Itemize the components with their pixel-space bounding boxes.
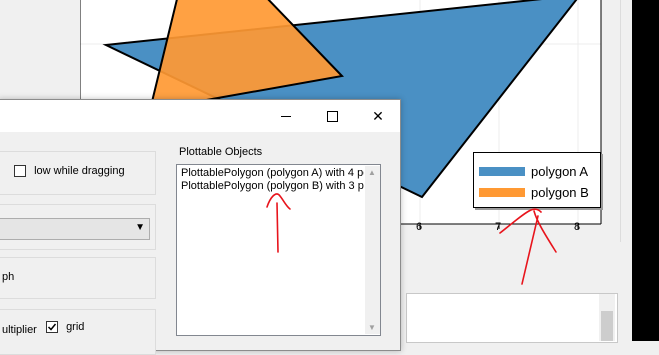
grid-label: grid [66, 321, 85, 334]
plottable-objects-viewport: PlottablePolygon (polygon A) with 4 poi … [177, 165, 364, 335]
plottable-objects-list[interactable]: PlottablePolygon (polygon A) with 4 poi … [176, 164, 381, 336]
grid-checkbox[interactable] [46, 321, 58, 334]
close-icon: ✕ [372, 107, 384, 124]
maximize-button[interactable] [309, 100, 355, 132]
scroll-down-icon[interactable]: ▼ [368, 323, 376, 332]
style-combobox[interactable]: ▼ [0, 218, 150, 240]
x-tick-label-8: 8 [574, 221, 580, 233]
list-item[interactable]: PlottablePolygon (polygon A) with 4 poi [181, 167, 364, 179]
checkmark-icon [47, 323, 57, 331]
legend-item-polygon-b: polygon B [479, 184, 589, 200]
plottable-objects-title: Plottable Objects [179, 146, 263, 158]
output-textbox[interactable] [406, 293, 618, 343]
low-while-dragging-checkbox[interactable] [14, 165, 26, 178]
grid-option[interactable]: grid [46, 321, 85, 334]
settings-dialog: ✕ low while dragging ▼ ph ultiplier grid… [0, 99, 401, 355]
maximize-icon [326, 110, 338, 122]
x-tick-label-7: 7 [495, 221, 501, 233]
output-scroll-thumb[interactable] [601, 311, 613, 341]
scroll-up-icon[interactable]: ▲ [368, 168, 376, 177]
legend-item-polygon-a: polygon A [479, 163, 588, 179]
graph-group: ph [0, 257, 156, 299]
minimize-icon [281, 115, 291, 117]
axis-options-group: ultiplier grid [0, 309, 156, 355]
minimize-button[interactable] [263, 100, 309, 132]
legend-swatch-polygon-a [479, 166, 525, 176]
graph-option-label[interactable]: ph [2, 271, 14, 283]
low-while-dragging-option[interactable]: low while dragging [14, 165, 125, 178]
legend-label-polygon-a: polygon A [531, 163, 589, 179]
list-scrollbar[interactable]: ▲ ▼ [365, 166, 380, 334]
desktop-edge [632, 0, 659, 341]
dialog-title-bar[interactable]: ✕ [0, 100, 400, 132]
chevron-down-icon: ▼ [135, 222, 145, 233]
multiplier-label: ultiplier [2, 324, 37, 336]
plot-legend: polygon A polygon B [473, 152, 601, 208]
style-group: ▼ [0, 204, 156, 250]
legend-swatch-polygon-b [479, 187, 525, 197]
quality-group: low while dragging [0, 151, 156, 195]
list-item[interactable]: PlottablePolygon (polygon B) with 3 poi [181, 180, 364, 192]
legend-label-polygon-b: polygon B [531, 184, 589, 200]
x-tick-label-6: 6 [416, 221, 422, 233]
low-while-dragging-label: low while dragging [34, 165, 125, 178]
close-button[interactable]: ✕ [355, 100, 401, 132]
